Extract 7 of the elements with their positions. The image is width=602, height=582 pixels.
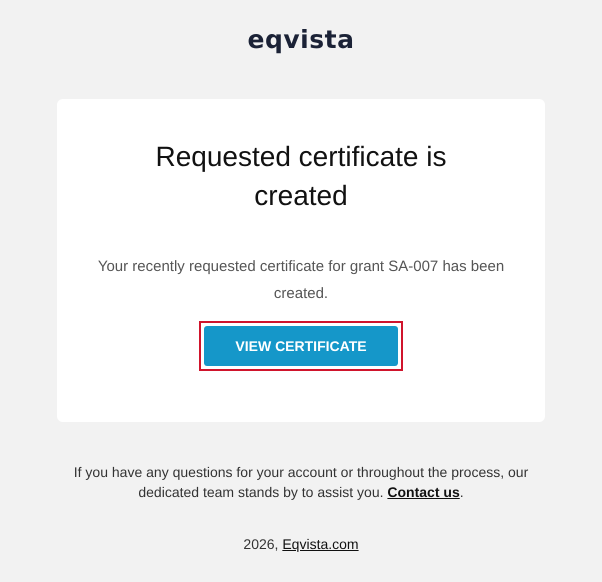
message-text: Your recently requested certificate for grant SA-007 has been created. bbox=[96, 257, 506, 304]
contact-link[interactable]: Contact us bbox=[387, 484, 460, 500]
logo: eqvista bbox=[248, 24, 354, 56]
site-link[interactable]: Eqvista.com bbox=[282, 536, 359, 552]
support-text: If you have any questions for your account or throughout the process, our dedicated team stands by to assist you. Contact us. bbox=[72, 463, 530, 502]
heading: Requested certificate is created bbox=[154, 140, 448, 213]
copyright-text: 2026, Eqvista.com bbox=[243, 536, 359, 552]
